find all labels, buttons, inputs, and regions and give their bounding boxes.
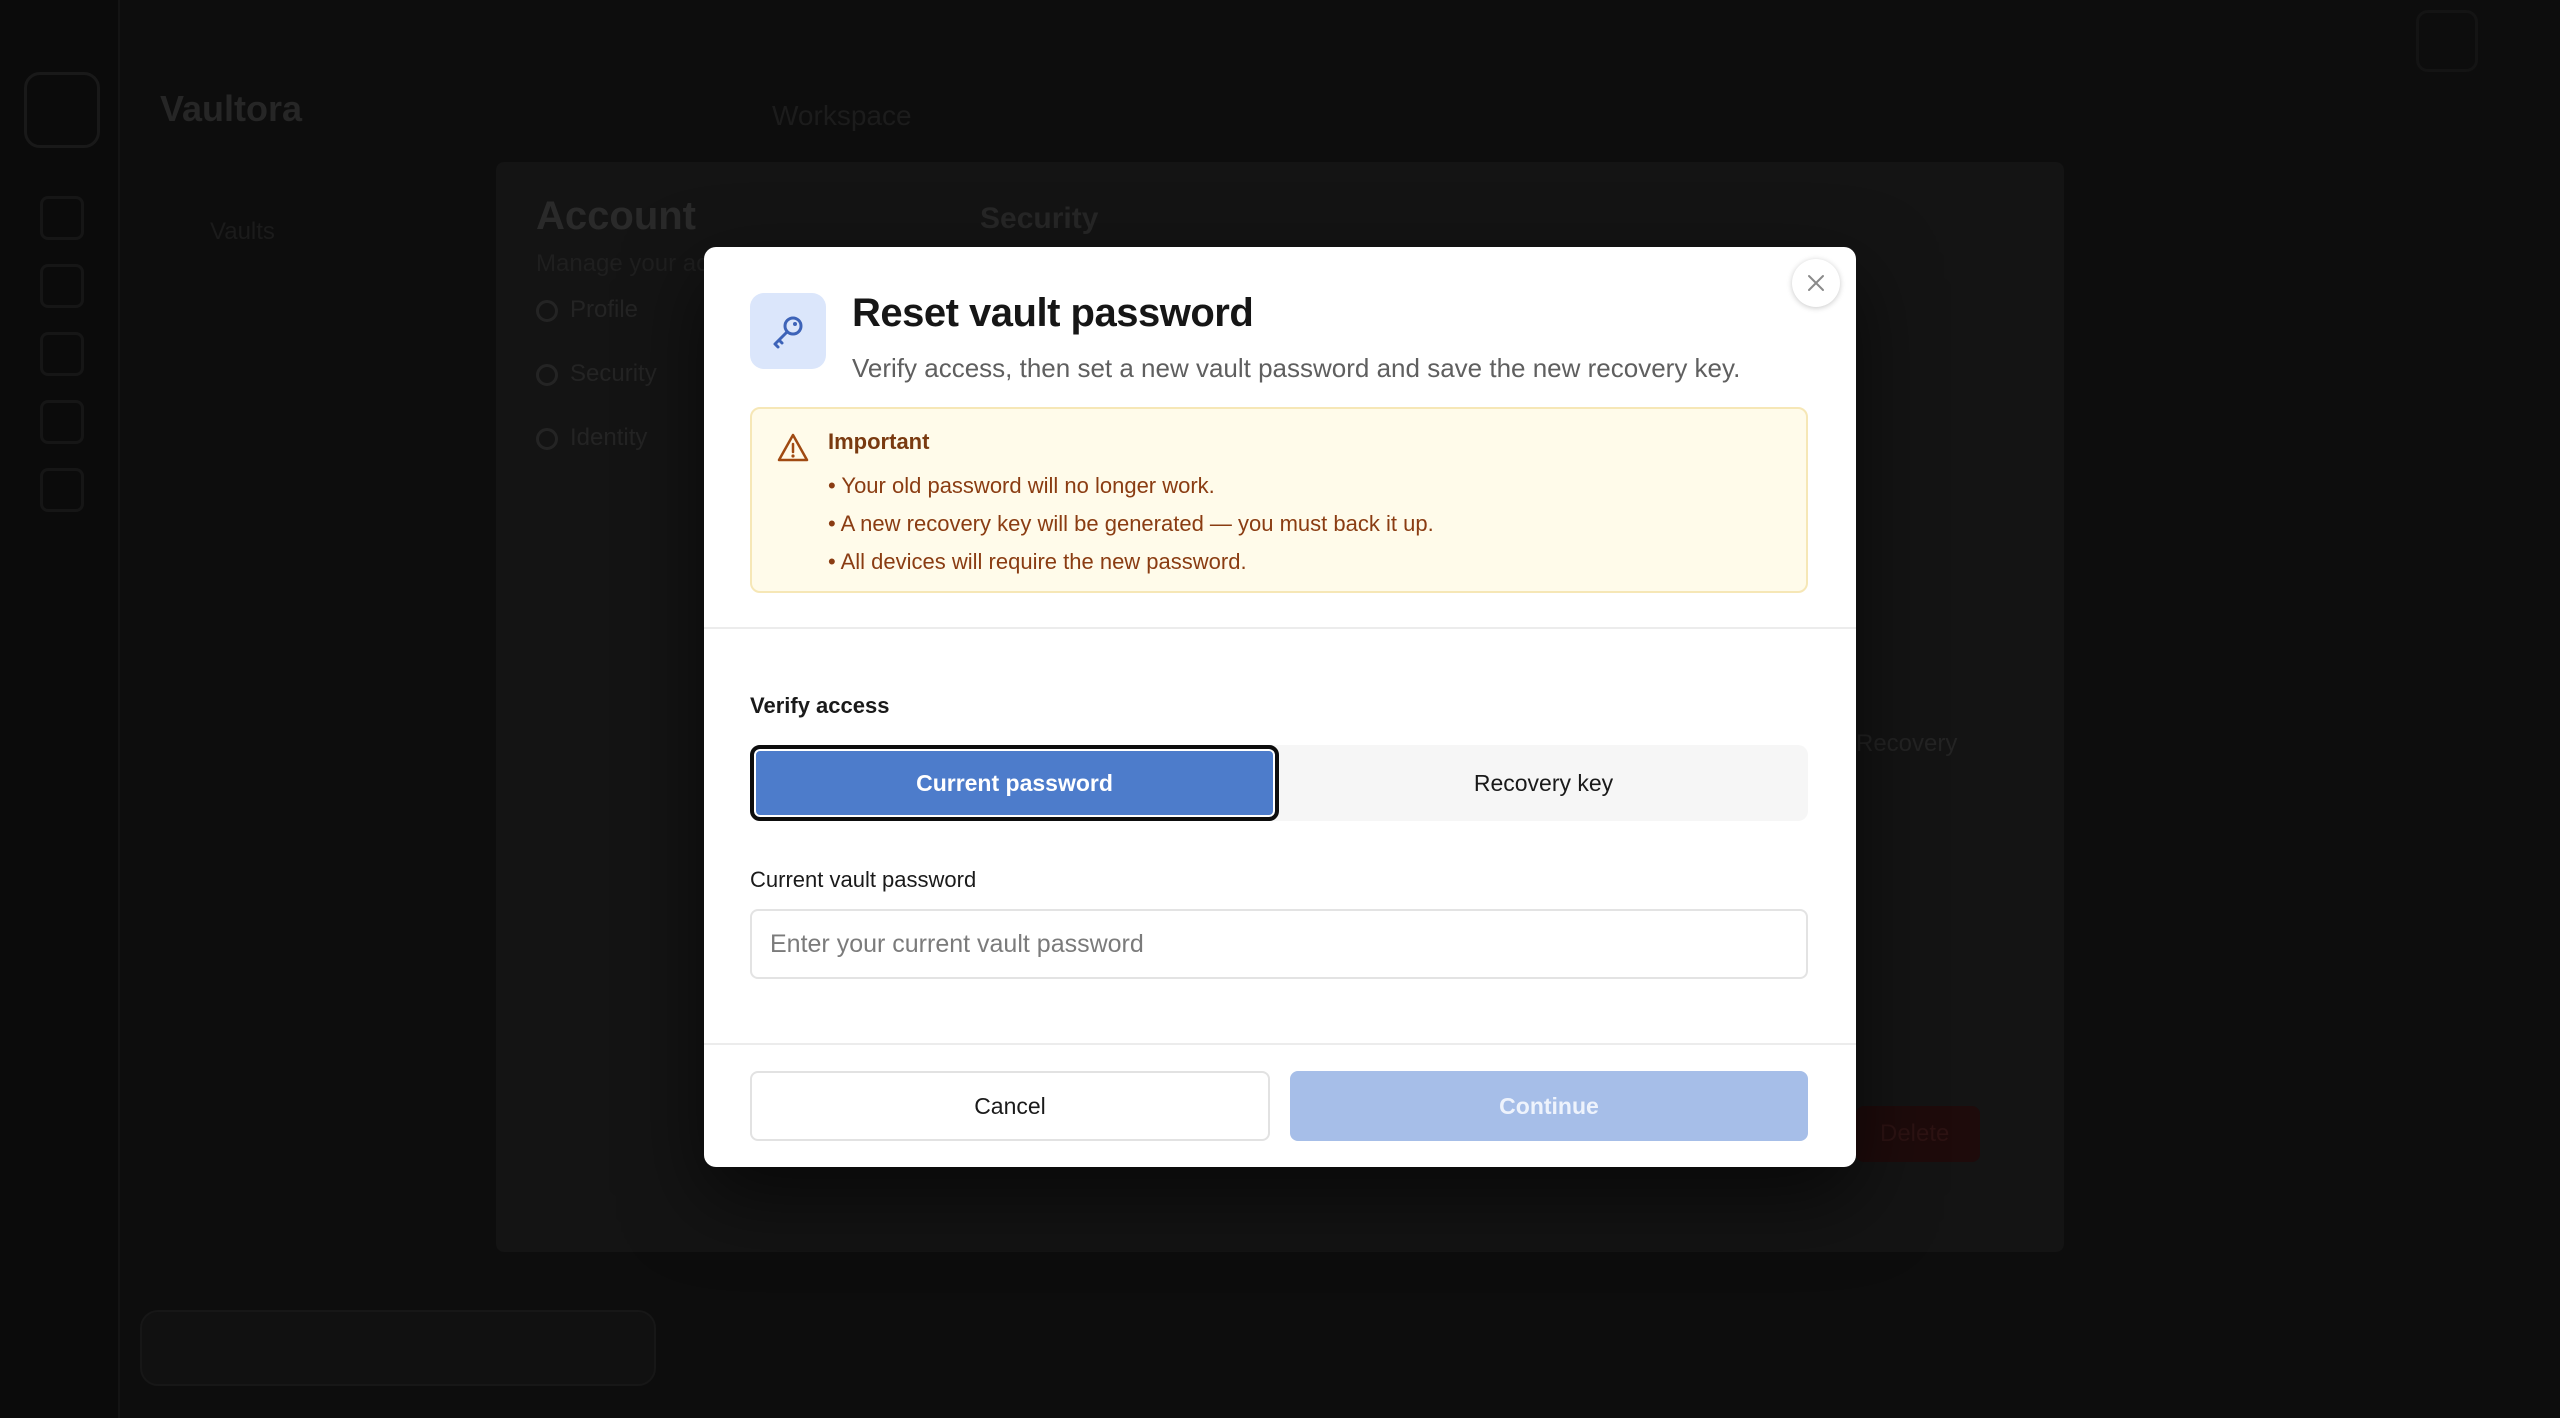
- app-brand: Vaultora: [160, 88, 303, 129]
- current-password-label: Current vault password: [750, 867, 977, 892]
- home-icon: [40, 196, 84, 240]
- identity-nav-icon: [536, 428, 558, 450]
- tab-recovery-key[interactable]: Recovery key: [1279, 745, 1808, 821]
- folder-icon: [40, 332, 84, 376]
- divider: [704, 627, 1856, 629]
- key-badge: [750, 293, 826, 369]
- profile-nav-icon: [536, 300, 558, 322]
- sidebar-item-vaults: Vaults: [210, 218, 275, 245]
- warning-triangle-icon: [777, 433, 809, 462]
- verify-access-label: Verify access: [750, 693, 890, 718]
- important-notice: Important Your old password will no long…: [750, 407, 1808, 593]
- verify-method-toggle: Current password Recovery key: [750, 745, 1808, 821]
- notice-list: Your old password will no longer work. A…: [828, 467, 1434, 581]
- delete-button-label: Delete: [1880, 1120, 1950, 1147]
- close-button[interactable]: [1792, 259, 1840, 307]
- settings-item-security: Security: [570, 360, 657, 387]
- reset-password-dialog: Reset vault password Verify access, then…: [704, 247, 1856, 1167]
- settings-item-identity: Identity: [570, 424, 648, 451]
- bell-icon: [40, 468, 84, 512]
- settings-item-profile: Profile: [570, 296, 639, 323]
- share-icon: [40, 400, 84, 444]
- current-password-input[interactable]: [750, 909, 1808, 979]
- profile-icon: [2416, 10, 2478, 72]
- recovery-text: Recovery: [1856, 730, 1958, 757]
- cancel-button[interactable]: Cancel: [750, 1071, 1270, 1141]
- notice-item: Your old password will no longer work.: [828, 467, 1434, 505]
- app-rail: [0, 0, 120, 1418]
- dialog-description: Verify access, then set a new vault pass…: [852, 353, 1741, 383]
- notice-title: Important: [828, 429, 930, 454]
- notice-item: All devices will require the new passwor…: [828, 543, 1434, 581]
- tab-current-password[interactable]: Current password: [750, 745, 1279, 821]
- delete-button: Delete: [1856, 1106, 1980, 1162]
- security-section-title: Security: [980, 202, 1099, 235]
- shield-nav-icon: [536, 364, 558, 386]
- account-switcher: [140, 1310, 656, 1386]
- notice-item: A new recovery key will be generated — y…: [828, 505, 1434, 543]
- footer-divider: [704, 1043, 1856, 1045]
- app-logo: [24, 72, 100, 148]
- close-icon: [1808, 275, 1824, 291]
- vault-icon: [40, 264, 84, 308]
- settings-title: Account: [536, 194, 696, 238]
- continue-button[interactable]: Continue: [1290, 1071, 1808, 1141]
- workspace-switcher: Workspace: [772, 100, 912, 131]
- dialog-title: Reset vault password: [852, 291, 1254, 335]
- key-icon: [773, 316, 803, 349]
